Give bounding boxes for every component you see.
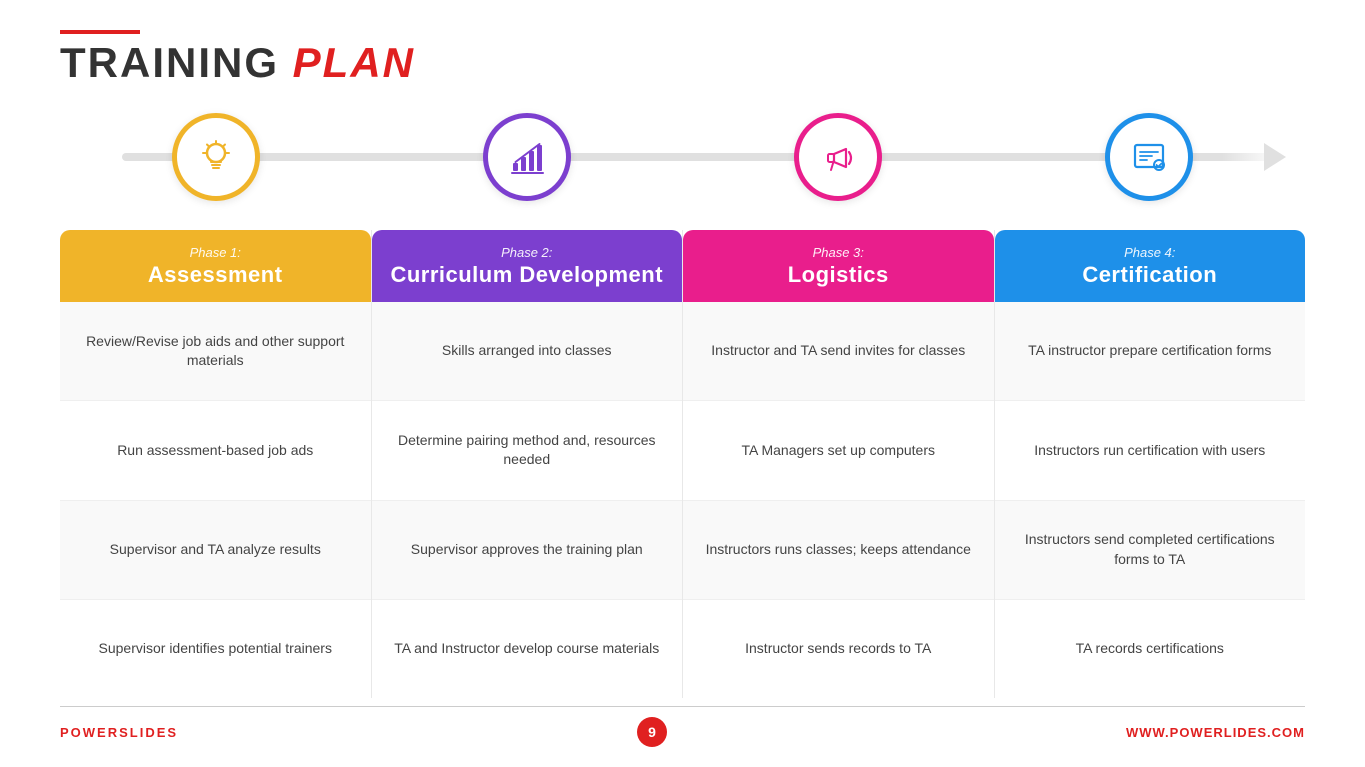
phase-3-item-2: TA Managers set up computers bbox=[683, 401, 994, 500]
circle-pink bbox=[794, 113, 882, 201]
phase-header-4: Phase 4: Certification bbox=[995, 230, 1306, 302]
phase-2-item-1: Skills arranged into classes bbox=[372, 302, 683, 401]
phase-header-3: Phase 3: Logistics bbox=[683, 230, 994, 302]
phases-section: Phase 1: Assessment Review/Revise job ai… bbox=[60, 230, 1305, 698]
phase-title-1: Assessment bbox=[72, 262, 359, 288]
circle-blue bbox=[1105, 113, 1193, 201]
phase-label-2: Phase 2: bbox=[384, 245, 671, 260]
phase-4-item-4: TA records certifications bbox=[995, 600, 1306, 698]
phase-4-item-1: TA instructor prepare certification form… bbox=[995, 302, 1306, 401]
phase-2-item-2: Determine pairing method and, resources … bbox=[372, 401, 683, 500]
timeline-circle-1 bbox=[172, 113, 260, 201]
phase-1-item-4: Supervisor identifies potential trainers bbox=[60, 600, 371, 698]
page-title: TRAINING PLAN bbox=[60, 42, 1305, 84]
phase-3-item-1: Instructor and TA send invites for class… bbox=[683, 302, 994, 401]
phase-items-3: Instructor and TA send invites for class… bbox=[683, 302, 994, 698]
timeline-circle-3 bbox=[794, 113, 882, 201]
phase-2-item-4: TA and Instructor develop course materia… bbox=[372, 600, 683, 698]
chart-icon bbox=[505, 135, 549, 179]
phase-4-item-3: Instructors send completed certification… bbox=[995, 501, 1306, 600]
phase-3-item-4: Instructor sends records to TA bbox=[683, 600, 994, 698]
title-red: PLAN bbox=[293, 39, 415, 86]
phase-title-3: Logistics bbox=[695, 262, 982, 288]
phase-label-4: Phase 4: bbox=[1007, 245, 1294, 260]
phase-col-3: Phase 3: Logistics Instructor and TA sen… bbox=[683, 230, 995, 698]
timeline bbox=[60, 102, 1305, 212]
phase-col-1: Phase 1: Assessment Review/Revise job ai… bbox=[60, 230, 372, 698]
phase-items-4: TA instructor prepare certification form… bbox=[995, 302, 1306, 698]
phase-col-4: Phase 4: Certification TA instructor pre… bbox=[995, 230, 1306, 698]
footer-brand-red: SLIDES bbox=[119, 725, 178, 740]
phase-3-item-3: Instructors runs classes; keeps attendan… bbox=[683, 501, 994, 600]
timeline-circle-2 bbox=[483, 113, 571, 201]
phase-1-item-1: Review/Revise job aids and other support… bbox=[60, 302, 371, 401]
phase-title-4: Certification bbox=[1007, 262, 1294, 288]
phase-1-item-3: Supervisor and TA analyze results bbox=[60, 501, 371, 600]
footer-brand: POWERSLIDES bbox=[60, 725, 178, 740]
phase-title-2: Curriculum Development bbox=[384, 262, 671, 288]
phase-header-2: Phase 2: Curriculum Development bbox=[372, 230, 683, 302]
footer-url: WWW.POWERLIDES.COM bbox=[1126, 725, 1305, 740]
phase-col-2: Phase 2: Curriculum Development Skills a… bbox=[372, 230, 684, 698]
timeline-circle-4 bbox=[1105, 113, 1193, 201]
footer-page-number: 9 bbox=[637, 717, 667, 747]
footer: POWERSLIDES 9 WWW.POWERLIDES.COM bbox=[60, 706, 1305, 747]
title-black: TRAINING bbox=[60, 39, 293, 86]
phase-header-1: Phase 1: Assessment bbox=[60, 230, 371, 302]
certificate-icon bbox=[1127, 135, 1171, 179]
phase-label-3: Phase 3: bbox=[695, 245, 982, 260]
timeline-circles bbox=[60, 113, 1305, 201]
megaphone-icon bbox=[816, 135, 860, 179]
phase-items-1: Review/Revise job aids and other support… bbox=[60, 302, 371, 698]
phase-4-item-2: Instructors run certification with users bbox=[995, 401, 1306, 500]
red-line bbox=[60, 30, 140, 34]
circle-yellow bbox=[172, 113, 260, 201]
circle-purple bbox=[483, 113, 571, 201]
phase-1-item-2: Run assessment-based job ads bbox=[60, 401, 371, 500]
bulb-icon bbox=[194, 135, 238, 179]
phase-2-item-3: Supervisor approves the training plan bbox=[372, 501, 683, 600]
phase-label-1: Phase 1: bbox=[72, 245, 359, 260]
footer-brand-black: POWER bbox=[60, 725, 119, 740]
header: TRAINING PLAN bbox=[60, 30, 1305, 84]
phase-items-2: Skills arranged into classes Determine p… bbox=[372, 302, 683, 698]
